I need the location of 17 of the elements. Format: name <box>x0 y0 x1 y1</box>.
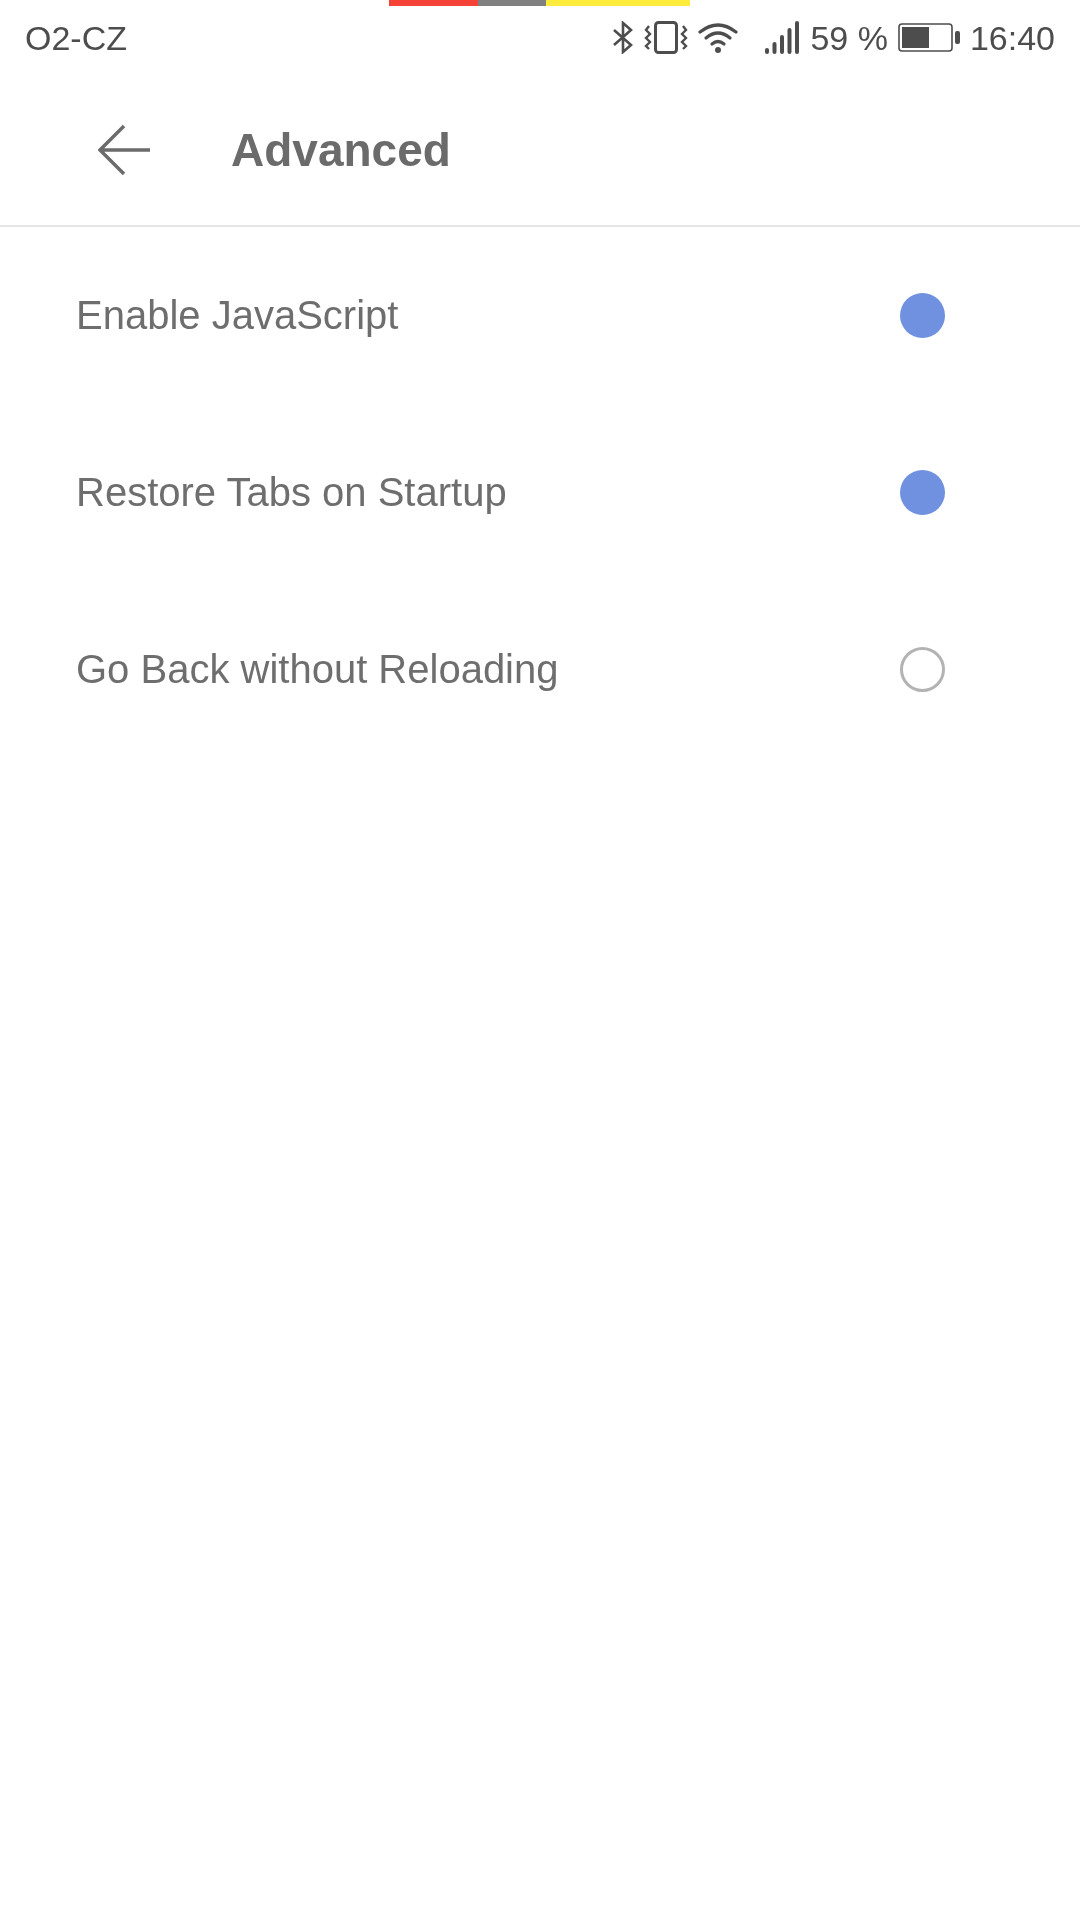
radio-indicator[interactable] <box>900 647 945 692</box>
vibrate-icon <box>644 21 689 54</box>
signal-icon <box>765 21 801 54</box>
battery-percent: 59 % <box>810 20 888 55</box>
carrier-name: O2-CZ <box>25 20 127 55</box>
radio-indicator[interactable] <box>900 293 945 338</box>
radio-indicator[interactable] <box>900 470 945 515</box>
setting-label: Go Back without Reloading <box>76 647 559 692</box>
clock-time: 16:40 <box>969 20 1055 55</box>
page-title: Advanced <box>231 123 451 177</box>
back-button[interactable] <box>98 124 150 176</box>
setting-label: Enable JavaScript <box>76 293 399 338</box>
arrow-left-icon <box>98 124 150 176</box>
wifi-icon <box>698 22 739 53</box>
setting-label: Restore Tabs on Startup <box>76 470 507 515</box>
battery-icon <box>897 23 960 52</box>
bluetooth-icon <box>612 21 635 54</box>
